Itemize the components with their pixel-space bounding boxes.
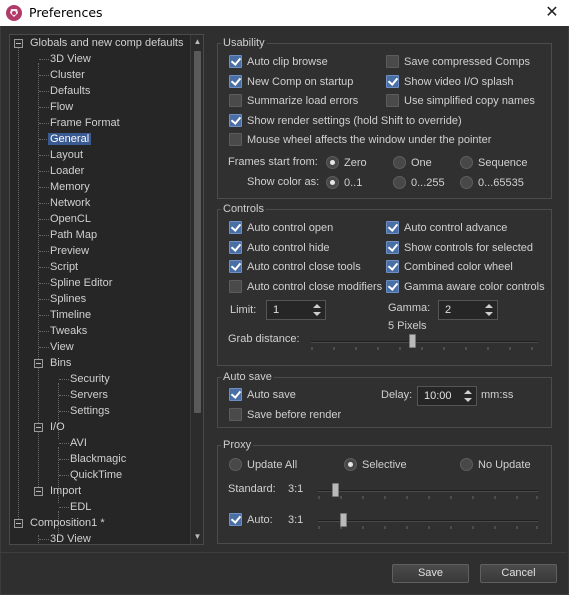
standard-label: Standard: xyxy=(228,483,276,495)
tree-item-composition1[interactable]: Composition1 * xyxy=(30,515,105,531)
auto-slider[interactable] xyxy=(340,513,347,527)
expand-globals-icon[interactable] xyxy=(14,39,23,48)
tree-item-blackmagic[interactable]: Blackmagic xyxy=(70,451,126,467)
standard-ticks xyxy=(318,496,538,499)
usability-title: Usability xyxy=(221,37,267,49)
tree-item-loader[interactable]: Loader xyxy=(50,163,84,179)
tree-item-io[interactable]: I/O xyxy=(50,419,65,435)
tree-item-frame-format[interactable]: Frame Format xyxy=(50,115,120,131)
gamma-stepper-icon[interactable] xyxy=(485,302,495,318)
tree-item-security[interactable]: Security xyxy=(70,371,110,387)
limit-label: Limit: xyxy=(230,304,257,316)
frames-start-label: Frames start from: xyxy=(228,156,318,168)
grab-distance-label: Grab distance: xyxy=(228,333,300,345)
tree-item-avi[interactable]: AVI xyxy=(70,435,87,451)
preferences-tree[interactable]: Globals and new comp defaults 3D View Cl… xyxy=(9,34,204,545)
delay-value: 10:00 xyxy=(424,390,452,402)
gamma-spinbox[interactable]: 2 xyxy=(438,300,498,320)
grab-distance-slider[interactable] xyxy=(409,334,416,348)
expand-bins-icon[interactable] xyxy=(34,359,43,368)
app-logo-icon xyxy=(6,5,22,21)
auto-value: 3:1 xyxy=(288,514,304,526)
expand-io-icon[interactable] xyxy=(34,423,43,432)
tree-scroll-thumb[interactable] xyxy=(194,51,201,413)
tree-item-tweaks[interactable]: Tweaks xyxy=(50,323,87,339)
tree-scrollbar[interactable]: ▲ ▼ xyxy=(190,35,203,544)
standard-slider[interactable] xyxy=(332,483,339,497)
tree-item-splines[interactable]: Splines xyxy=(50,291,86,307)
tree-item-path-map[interactable]: Path Map xyxy=(50,227,97,243)
tree-item-flow[interactable]: Flow xyxy=(50,99,73,115)
limit-stepper-icon[interactable] xyxy=(313,302,323,318)
gamma-label: Gamma: xyxy=(388,302,431,314)
proxy-title: Proxy xyxy=(221,439,254,451)
autosave-title: Auto save xyxy=(221,371,274,383)
gamma-value: 2 xyxy=(445,304,452,316)
cancel-button[interactable]: Cancel xyxy=(480,564,557,583)
tree-item-cluster[interactable]: Cluster xyxy=(50,67,85,83)
auto-ticks xyxy=(318,526,538,529)
delay-unit: mm:ss xyxy=(481,389,514,401)
limit-value: 1 xyxy=(273,304,280,316)
save-button[interactable]: Save xyxy=(392,564,469,583)
tree-item-timeline[interactable]: Timeline xyxy=(50,307,91,323)
tree-item-edl[interactable]: EDL xyxy=(70,499,91,515)
standard-value: 3:1 xyxy=(288,483,304,495)
tree-item-settings[interactable]: Settings xyxy=(70,403,110,419)
expand-composition-icon[interactable] xyxy=(14,519,23,528)
tree-item-view[interactable]: View xyxy=(50,339,74,355)
tree-item-script[interactable]: Script xyxy=(50,259,78,275)
scroll-down-icon[interactable]: ▼ xyxy=(192,531,203,543)
close-icon[interactable]: ✕ xyxy=(543,3,561,21)
grab-distance-track xyxy=(311,341,538,343)
tree-item-import[interactable]: Import xyxy=(50,483,81,499)
delay-stepper-icon[interactable] xyxy=(464,388,474,404)
delay-spinbox[interactable]: 10:00 xyxy=(417,386,477,406)
tree-item-spline-editor[interactable]: Spline Editor xyxy=(50,275,112,291)
footer-divider xyxy=(0,552,567,553)
tree-item-globals[interactable]: Globals and new comp defaults xyxy=(30,35,183,51)
tree-item-memory[interactable]: Memory xyxy=(50,179,90,195)
grab-distance-value: 5 Pixels xyxy=(388,320,427,332)
standard-track xyxy=(318,490,538,492)
limit-spinbox[interactable]: 1 xyxy=(266,300,326,320)
tree-item-comp-3d-view[interactable]: 3D View xyxy=(50,531,91,544)
window-title: Preferences xyxy=(29,5,103,20)
tree-item-defaults[interactable]: Defaults xyxy=(50,83,90,99)
tree-item-network[interactable]: Network xyxy=(50,195,90,211)
tree-item-bins[interactable]: Bins xyxy=(50,355,71,371)
tree-item-3d-view[interactable]: 3D View xyxy=(50,51,91,67)
tree-item-preview[interactable]: Preview xyxy=(50,243,89,259)
expand-import-icon[interactable] xyxy=(34,487,43,496)
delay-label: Delay: xyxy=(381,389,413,401)
title-bar: Preferences ✕ xyxy=(0,0,569,26)
tree-item-servers[interactable]: Servers xyxy=(70,387,108,403)
scroll-up-icon[interactable]: ▲ xyxy=(192,36,203,48)
tree-item-opencl[interactable]: OpenCL xyxy=(50,211,91,227)
tree-item-quicktime[interactable]: QuickTime xyxy=(70,467,122,483)
tree-item-general[interactable]: General xyxy=(48,131,92,147)
controls-title: Controls xyxy=(221,203,266,215)
show-color-label: Show color as: xyxy=(247,176,320,188)
auto-track xyxy=(318,520,538,522)
tree-item-layout[interactable]: Layout xyxy=(50,147,83,163)
grab-distance-ticks xyxy=(311,347,533,350)
